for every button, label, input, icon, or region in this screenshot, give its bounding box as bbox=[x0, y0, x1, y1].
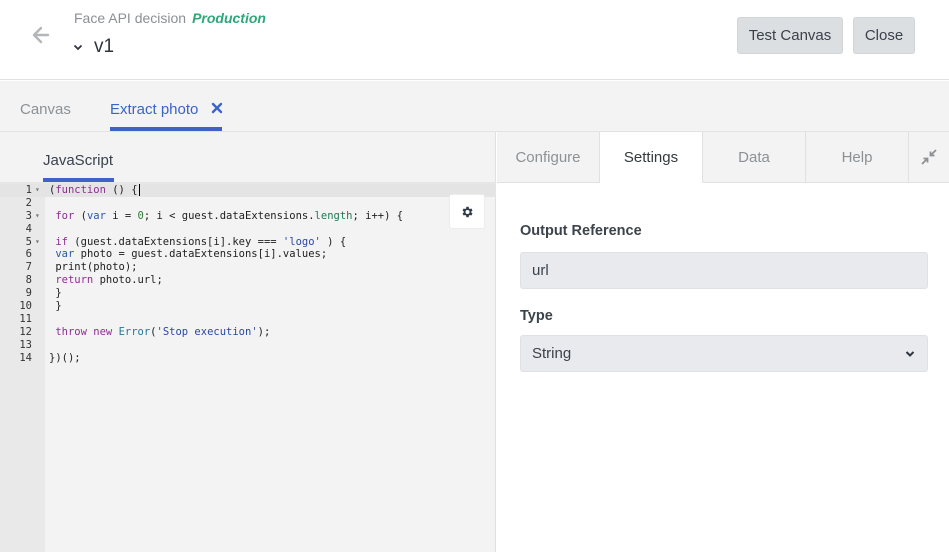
type-select-value: String bbox=[532, 345, 572, 362]
line-number: 2 bbox=[25, 196, 32, 209]
line-number: 12 bbox=[19, 325, 32, 338]
gear-icon bbox=[462, 206, 473, 217]
text-cursor bbox=[138, 184, 140, 196]
output-reference-input[interactable]: url bbox=[520, 252, 928, 289]
line-number: 7 bbox=[25, 261, 32, 274]
code-text: return photo.url; bbox=[55, 274, 163, 287]
code-line[interactable]: 5 ▾ if (guest.dataExtensions[i].key === '… bbox=[0, 236, 403, 249]
code-text: } bbox=[49, 287, 62, 300]
output-reference-label: Output Reference bbox=[520, 223, 642, 239]
line-number: 1 bbox=[25, 184, 32, 196]
line-number: 8 bbox=[25, 274, 32, 287]
chevron-down-icon bbox=[905, 351, 915, 357]
test-canvas-button[interactable]: Test Canvas bbox=[737, 17, 843, 54]
line-number: 13 bbox=[19, 338, 32, 351]
chevron-down-icon bbox=[73, 44, 83, 51]
code-text: })(); bbox=[49, 351, 81, 364]
code-line[interactable]: 11 bbox=[0, 313, 403, 326]
code-text: (function () { bbox=[49, 184, 140, 196]
arrow-left-icon bbox=[32, 26, 50, 44]
line-number: 11 bbox=[19, 312, 32, 325]
line-number: 5 bbox=[25, 235, 32, 248]
code-line[interactable]: 10 } bbox=[0, 300, 403, 313]
fold-toggle-icon[interactable]: ▾ bbox=[32, 210, 45, 223]
code-editor-pane: JavaScript 1 ▾ (function () {2 3 ▾ for (var … bbox=[0, 132, 496, 552]
line-number: 6 bbox=[25, 248, 32, 261]
collapse-arrows-icon bbox=[921, 149, 937, 165]
line-number: 10 bbox=[19, 300, 32, 313]
document-tabs: Canvas Extract photo bbox=[0, 81, 949, 132]
tab-canvas[interactable]: Canvas bbox=[20, 101, 71, 118]
code-line[interactable]: 1 ▾ (function () { bbox=[0, 184, 403, 197]
collapse-panel-button[interactable] bbox=[909, 132, 949, 183]
version-label: v1 bbox=[94, 36, 115, 57]
tab-help[interactable]: Help bbox=[806, 132, 909, 183]
code-text: } bbox=[49, 300, 62, 313]
version-selector[interactable]: v1 bbox=[72, 36, 114, 58]
type-label: Type bbox=[520, 308, 553, 324]
breadcrumb-title: Face API decision bbox=[74, 10, 187, 26]
tab-javascript[interactable]: JavaScript bbox=[43, 152, 113, 169]
code-line[interactable]: 13 bbox=[0, 339, 403, 352]
fold-toggle-icon[interactable]: ▾ bbox=[32, 236, 45, 249]
code-line[interactable]: 8 return photo.url; bbox=[0, 274, 403, 287]
line-number: 3 bbox=[25, 209, 32, 222]
code-line[interactable]: 6 var photo = guest.dataExtensions[i].va… bbox=[0, 248, 403, 261]
code-text: throw new Error('Stop execution'); bbox=[55, 325, 271, 338]
tab-data[interactable]: Data bbox=[703, 132, 806, 183]
code-line[interactable]: 12 throw new Error('Stop execution'); bbox=[0, 326, 403, 339]
breadcrumb: Face API decision Production bbox=[74, 10, 266, 26]
line-number: 4 bbox=[25, 222, 32, 235]
line-number: 9 bbox=[25, 287, 32, 300]
back-button[interactable] bbox=[30, 24, 52, 46]
code-text: if (guest.dataExtensions[i].key === 'log… bbox=[55, 235, 347, 248]
code-line[interactable]: 4 bbox=[0, 223, 403, 236]
code-line[interactable]: 3 ▾ for (var i = 0; i < guest.dataExtensi… bbox=[0, 210, 403, 223]
code-line[interactable]: 2 bbox=[0, 197, 403, 210]
code-text: for (var i = 0; i < guest.dataExtensions… bbox=[55, 209, 404, 222]
close-button[interactable]: Close bbox=[853, 17, 915, 54]
fold-toggle-icon[interactable]: ▾ bbox=[32, 184, 45, 197]
code-text: var photo = guest.dataExtensions[i].valu… bbox=[55, 248, 328, 261]
code-line[interactable]: 9 } bbox=[0, 287, 403, 300]
tab-settings[interactable]: Settings bbox=[600, 132, 703, 183]
close-tab-icon[interactable] bbox=[211, 102, 223, 114]
environment-badge: Production bbox=[192, 10, 266, 26]
active-tab-indicator bbox=[110, 127, 222, 131]
panel-tabs: Configure Settings Data Help bbox=[497, 132, 949, 183]
code-text: print(photo); bbox=[49, 261, 138, 274]
editor-settings-button[interactable] bbox=[449, 194, 485, 229]
line-number: 14 bbox=[19, 351, 32, 364]
code-lines[interactable]: 1 ▾ (function () {2 3 ▾ for (var i = 0; i < … bbox=[0, 184, 403, 364]
code-line[interactable]: 14 })(); bbox=[0, 352, 403, 365]
page-header: Face API decision Production v1 Test Canv… bbox=[0, 0, 949, 80]
tab-extract-photo[interactable]: Extract photo bbox=[110, 101, 198, 118]
code-line[interactable]: 7 print(photo); bbox=[0, 261, 403, 274]
properties-panel: Configure Settings Data Help Output Refe… bbox=[497, 132, 949, 552]
type-select[interactable]: String bbox=[520, 335, 928, 372]
tab-configure[interactable]: Configure bbox=[497, 132, 600, 183]
